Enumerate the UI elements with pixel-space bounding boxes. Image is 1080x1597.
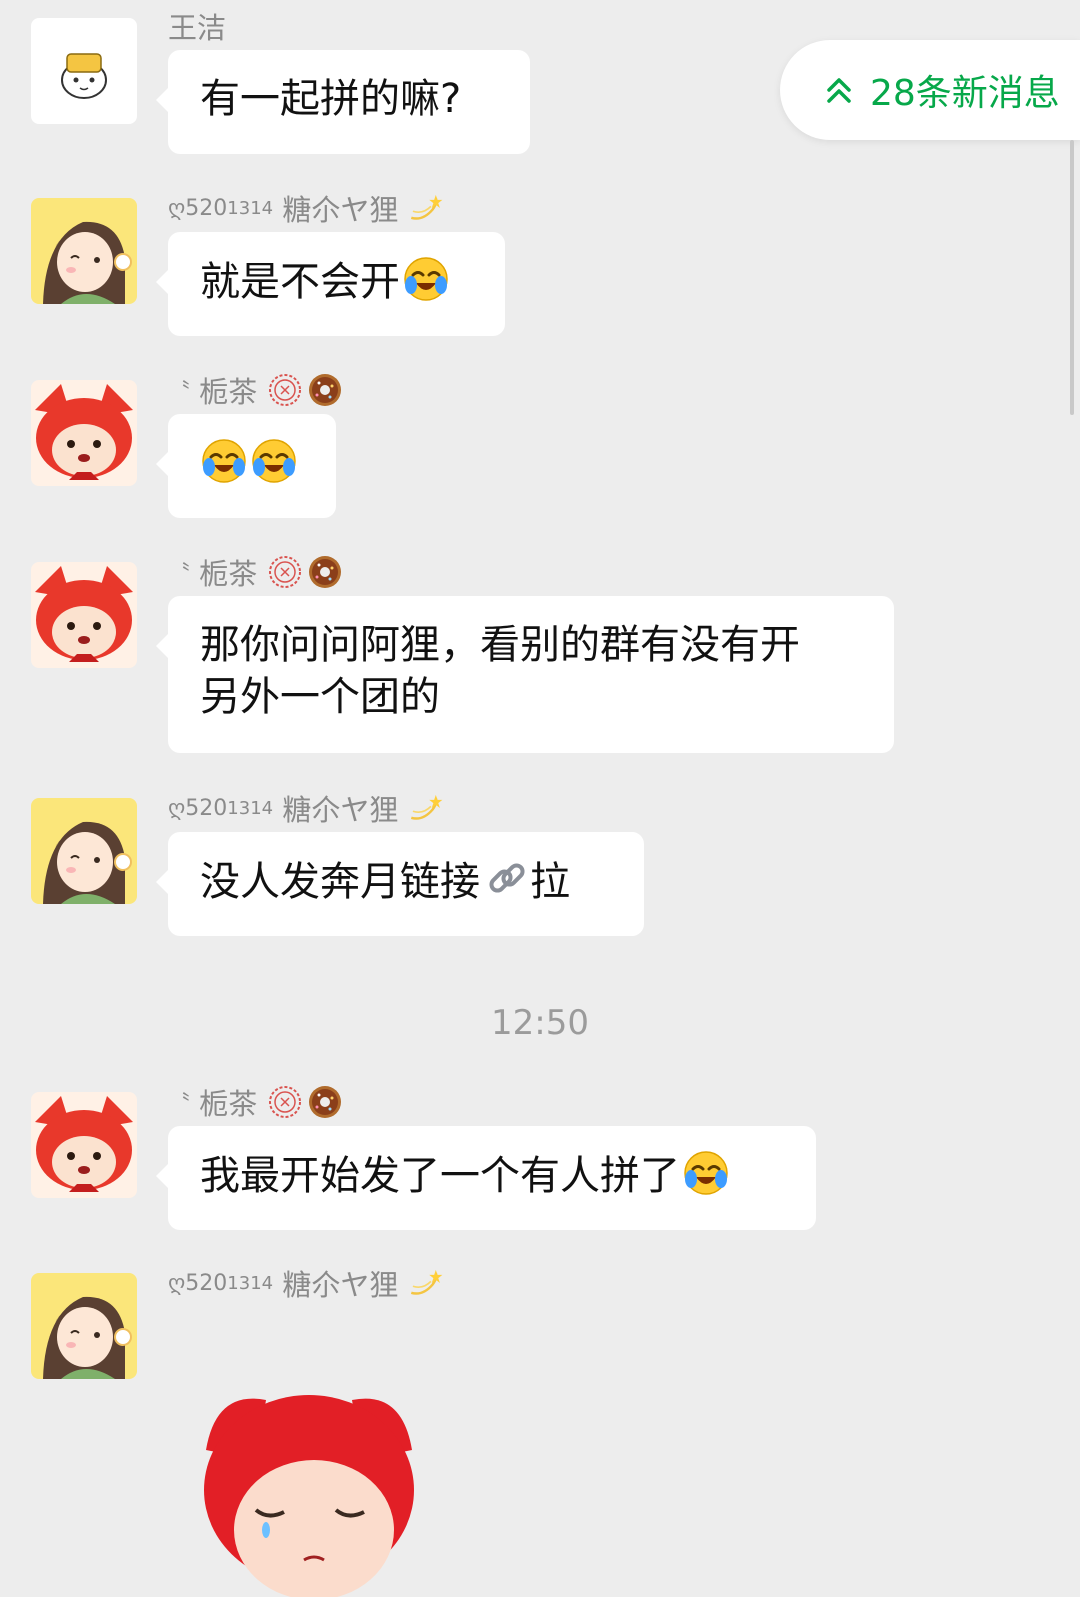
scrollbar[interactable] — [1070, 140, 1074, 415]
avatar[interactable] — [31, 18, 137, 124]
sender-prefix: ღ520 — [168, 195, 228, 221]
sender-name-text: 栀茶 — [199, 557, 258, 591]
message-text-line: 另外一个团的 — [200, 674, 440, 720]
sender-sup: 1314 — [227, 1272, 274, 1294]
sender-name-text: 糖尒ヤ狸 — [282, 1268, 399, 1302]
sender-sup: 1314 — [227, 797, 274, 819]
stamp-icon — [269, 1086, 302, 1118]
link-emoji — [489, 863, 525, 893]
sender-prefix: 〝 — [168, 1092, 191, 1117]
message-bubble[interactable] — [156, 414, 336, 518]
message-text: 我最开始发了一个有人拼了 — [200, 1153, 680, 1199]
message-bubble[interactable]: 那你问问阿狸，看别的群有没有开 另外一个团的 — [156, 596, 894, 753]
message-text: 没人发奔月链接 — [200, 859, 480, 905]
message-bubble[interactable]: 就是不会开 — [156, 232, 505, 336]
avatar[interactable] — [31, 1273, 137, 1379]
stamp-icon — [269, 556, 302, 588]
shooting-star-icon — [410, 793, 444, 820]
crying-laughing-emoji — [403, 256, 449, 302]
crying-laughing-emoji — [251, 438, 297, 484]
sender-name: 王洁 — [168, 6, 226, 46]
sender-name-text: 王洁 — [168, 11, 227, 45]
sender-name: 〝 栀茶 — [168, 370, 343, 410]
sender-prefix: 〝 — [168, 380, 191, 405]
message-text: 就是不会开 — [200, 259, 400, 305]
avatar[interactable] — [31, 198, 137, 304]
sender-name-text: 栀茶 — [199, 1087, 258, 1121]
donut-emoji — [309, 374, 342, 406]
message-text: 有一起拼的嘛? — [200, 76, 462, 122]
crying-laughing-emoji — [201, 438, 247, 484]
sender-name: 〝 栀茶 — [168, 1082, 343, 1122]
sender-sup: 1314 — [227, 197, 274, 219]
shooting-star-icon — [410, 193, 444, 220]
sender-name: 〝 栀茶 — [168, 552, 343, 592]
new-messages-button[interactable]: 28条新消息 — [780, 40, 1080, 140]
avatar[interactable] — [31, 1092, 137, 1198]
message-bubble[interactable]: 有一起拼的嘛? — [156, 50, 530, 154]
sender-name: ღ520 1314 糖尒ヤ狸 — [168, 788, 444, 828]
sender-name: ღ520 1314 糖尒ヤ狸 — [168, 188, 444, 228]
sender-prefix: 〝 — [168, 562, 191, 587]
avatar[interactable] — [31, 798, 137, 904]
double-chevron-up-icon — [827, 78, 851, 103]
message-text-line: 那你问问阿狸，看别的群有没有开 — [200, 622, 800, 668]
donut-emoji — [309, 556, 342, 588]
donut-emoji — [309, 1086, 342, 1118]
sender-name-text: 糖尒ヤ狸 — [282, 793, 399, 827]
avatar[interactable] — [31, 562, 137, 668]
stamp-icon — [269, 374, 302, 406]
message-text: 拉 — [530, 859, 570, 905]
fox-sticker[interactable] — [196, 1370, 422, 1597]
new-messages-label: 28条新消息 — [870, 73, 1060, 114]
sender-prefix: ღ520 — [168, 1270, 228, 1296]
sender-name-text: 糖尒ヤ狸 — [282, 193, 399, 227]
sender-name-text: 栀茶 — [199, 375, 258, 409]
crying-laughing-emoji — [683, 1150, 729, 1196]
sender-prefix: ღ520 — [168, 795, 228, 821]
message-bubble[interactable]: 没人发奔月链接 拉 — [156, 832, 644, 936]
message-bubble[interactable]: 我最开始发了一个有人拼了 — [156, 1126, 816, 1230]
shooting-star-icon — [410, 1268, 444, 1295]
avatar[interactable] — [31, 380, 137, 486]
time-divider: 12:50 — [491, 1003, 589, 1043]
sender-name: ღ520 1314 糖尒ヤ狸 — [168, 1263, 444, 1303]
